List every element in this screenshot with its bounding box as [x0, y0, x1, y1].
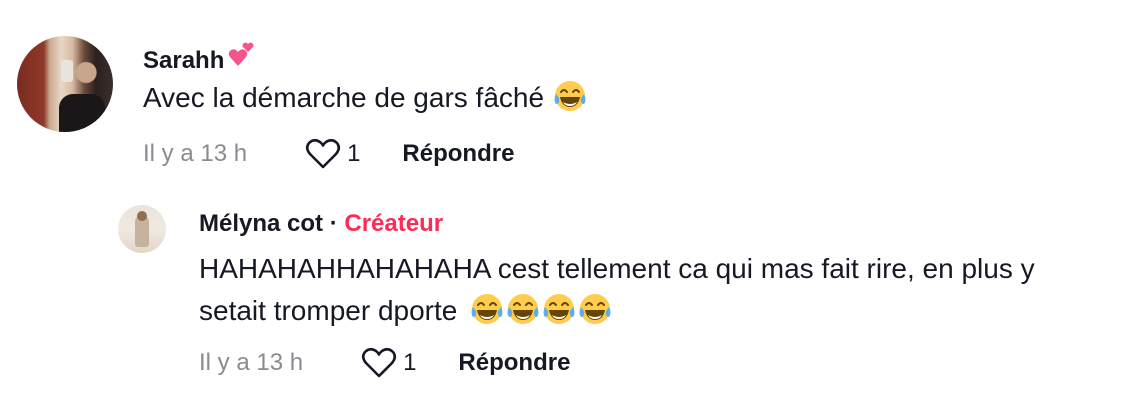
like-count: 1: [347, 140, 361, 167]
heart-outline-icon[interactable]: [361, 347, 397, 379]
two-hearts-icon: [226, 42, 256, 72]
comment-meta: Il y a 13 h 1 Répondre: [143, 137, 514, 171]
comment-body: HAHAHAHHAHAHAHA cest tellement ca qui ma…: [199, 253, 1035, 326]
timestamp: Il y a 13 h: [143, 140, 248, 167]
comment-text: Avec la démarche de gars fâché: [143, 77, 1043, 119]
face-with-tears-of-joy-icon: [552, 78, 588, 114]
username-text[interactable]: Sarahh: [143, 47, 224, 74]
like-button[interactable]: 1: [361, 347, 416, 379]
heart-outline-icon[interactable]: [305, 138, 341, 170]
comment-meta: Il y a 13 h 1 Répondre: [199, 346, 570, 380]
comment-body: Avec la démarche de gars fâché: [143, 82, 545, 113]
face-with-tears-of-joy-icon: [505, 291, 541, 327]
avatar-photo-detail: [59, 94, 105, 132]
like-button[interactable]: 1: [305, 138, 360, 170]
comment-username[interactable]: Mélyna cot · Créateur: [199, 210, 443, 238]
avatar-photo-detail: [137, 211, 147, 221]
timestamp: Il y a 13 h: [199, 349, 304, 376]
comment-text: HAHAHAHHAHAHAHA cest tellement ca qui ma…: [199, 248, 1109, 332]
avatar[interactable]: [17, 36, 113, 132]
face-with-tears-of-joy-icon: [577, 291, 613, 327]
reply-button[interactable]: Répondre: [402, 140, 514, 168]
face-with-tears-of-joy-icon: [469, 291, 505, 327]
like-count: 1: [403, 349, 417, 376]
comment-username[interactable]: Sarahh: [143, 42, 256, 75]
username-text[interactable]: Mélyna cot: [199, 210, 323, 237]
avatar[interactable]: [118, 205, 166, 253]
separator: ·: [329, 210, 338, 237]
face-with-tears-of-joy-icon: [541, 291, 577, 327]
reply-button[interactable]: Répondre: [458, 349, 570, 377]
avatar-photo-detail: [61, 60, 73, 82]
creator-badge: Créateur: [344, 210, 444, 237]
